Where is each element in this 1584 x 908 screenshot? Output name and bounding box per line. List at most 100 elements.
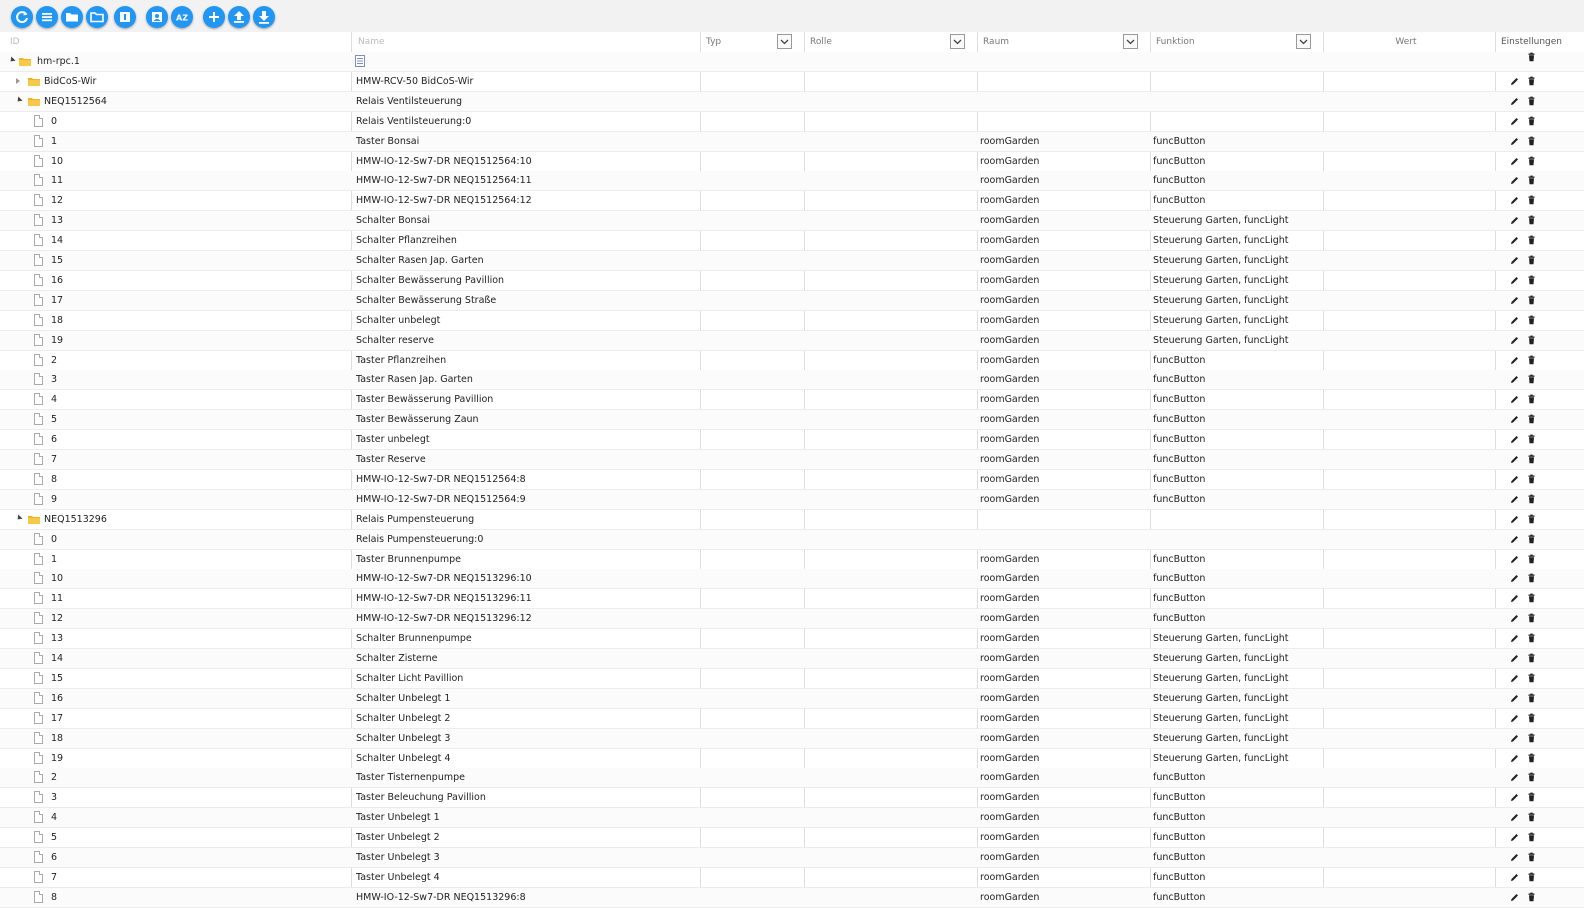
name-cell[interactable]: Schalter Unbelegt 4 [356, 749, 696, 768]
edit-icon[interactable] [1509, 514, 1520, 525]
id-cell[interactable]: 8 [51, 470, 340, 489]
table-row[interactable]: 4 Taster Unbelegt 1 roomGarden funcButton [0, 808, 1584, 829]
edit-icon[interactable] [1509, 434, 1520, 445]
id-cell[interactable]: 4 [51, 808, 340, 827]
table-row[interactable]: 6 Taster unbelegt roomGarden funcButton [0, 430, 1584, 451]
table-row[interactable]: 12 HMW-IO-12-Sw7-DR NEQ1513296:12 roomGard… [0, 609, 1584, 630]
table-row[interactable]: 5 Taster Unbelegt 2 roomGarden funcButton [0, 828, 1584, 849]
edit-icon[interactable] [1509, 653, 1520, 664]
delete-icon[interactable] [1526, 175, 1537, 186]
id-cell[interactable]: 0 [51, 112, 340, 131]
table-row[interactable]: 8 HMW-IO-12-Sw7-DR NEQ1513296:8 roomGarden… [0, 887, 1584, 908]
delete-icon[interactable] [1526, 335, 1537, 346]
edit-icon[interactable] [1509, 753, 1520, 764]
edit-icon[interactable] [1509, 772, 1520, 783]
table-row[interactable]: 2 Taster Tisternenpumpe roomGarden funcButt… [0, 768, 1584, 789]
id-cell[interactable]: 9 [51, 490, 340, 509]
table-row[interactable]: 7 Taster Reserve roomGarden funcButton [0, 450, 1584, 470]
name-cell[interactable]: Relais Ventilsteuerung [356, 92, 696, 111]
delete-icon[interactable] [1526, 315, 1537, 326]
delete-icon[interactable] [1526, 235, 1537, 246]
table-row[interactable]: 12 HMW-IO-12-Sw7-DR NEQ1512564:12 roomGard… [0, 191, 1584, 212]
id-cell[interactable]: 7 [51, 450, 340, 469]
delete-icon[interactable] [1526, 494, 1537, 505]
edit-icon[interactable] [1509, 295, 1520, 306]
edit-icon[interactable] [1509, 335, 1520, 346]
name-cell[interactable]: Schalter Bewässerung Straße [356, 291, 696, 310]
table-row[interactable]: 16 Schalter Unbelegt 1 roomGarden Steuerung… [0, 688, 1584, 709]
delete-icon[interactable] [1526, 156, 1537, 167]
table-row[interactable]: 1 Taster Bonsai roomGarden funcButton [0, 131, 1584, 152]
name-cell[interactable]: Taster Brunnenpumpe [356, 550, 696, 569]
sort-az-button[interactable]: AZ [171, 6, 193, 28]
table-row[interactable]: 1 Taster Brunnenpumpe roomGarden funcButton [0, 550, 1584, 570]
funktion-filter-dropdown[interactable] [1296, 34, 1311, 49]
table-row[interactable]: 13 Schalter Bonsai roomGarden Steuerung Gar… [0, 211, 1584, 232]
name-cell[interactable]: Taster Unbelegt 4 [356, 868, 696, 887]
edit-icon[interactable] [1509, 175, 1520, 186]
id-cell[interactable]: 2 [51, 768, 340, 787]
table-row[interactable]: 9 HMW-IO-12-Sw7-DR NEQ1512564:9 roomGarden… [0, 489, 1584, 510]
edit-icon[interactable] [1509, 832, 1520, 843]
delete-icon[interactable] [1526, 534, 1537, 545]
edit-icon[interactable] [1509, 892, 1520, 903]
table-row[interactable]: BidCoS-Wir HMW-RCV-50 BidCoS-Wir [0, 72, 1584, 92]
edit-icon[interactable] [1509, 195, 1520, 206]
id-cell[interactable]: 2 [51, 351, 340, 370]
id-cell[interactable]: 1 [51, 550, 340, 569]
name-cell[interactable] [356, 52, 696, 71]
table-row[interactable]: 18 Schalter unbelegt roomGarden Steuerung G… [0, 311, 1584, 331]
edit-icon[interactable] [1509, 454, 1520, 465]
delete-icon[interactable] [1526, 554, 1537, 565]
delete-icon[interactable] [1526, 573, 1537, 584]
table-row[interactable]: 15 Schalter Licht Pavillion roomGarden Steu… [0, 669, 1584, 689]
edit-icon[interactable] [1509, 116, 1520, 127]
table-row[interactable]: 18 Schalter Unbelegt 3 roomGarden Steuerung… [0, 728, 1584, 749]
id-cell[interactable]: 19 [51, 331, 340, 350]
delete-icon[interactable] [1526, 295, 1537, 306]
name-cell[interactable]: HMW-IO-12-Sw7-DR NEQ1513296:10 [356, 569, 696, 588]
delete-icon[interactable] [1526, 673, 1537, 684]
collapse-toggle-icon[interactable] [8, 56, 16, 64]
edit-icon[interactable] [1509, 593, 1520, 604]
id-cell[interactable]: 10 [51, 569, 340, 588]
id-cell[interactable]: 14 [51, 231, 340, 250]
raum-filter-dropdown[interactable] [1123, 34, 1138, 49]
table-row[interactable]: 4 Taster Bewässerung Pavillion roomGarden f… [0, 390, 1584, 411]
id-cell[interactable]: 12 [51, 609, 340, 628]
expand-folders-button[interactable] [86, 6, 108, 28]
delete-icon[interactable] [1526, 653, 1537, 664]
edit-icon[interactable] [1509, 812, 1520, 823]
name-cell[interactable]: Schalter Unbelegt 3 [356, 729, 696, 748]
delete-icon[interactable] [1526, 275, 1537, 286]
name-cell[interactable]: HMW-IO-12-Sw7-DR NEQ1512564:11 [356, 171, 696, 190]
name-cell[interactable]: Taster Pflanzreihen [356, 351, 696, 370]
id-cell[interactable]: 8 [51, 888, 340, 907]
column-toggle-button[interactable] [114, 6, 136, 28]
id-cell[interactable]: 7 [51, 868, 340, 887]
edit-icon[interactable] [1509, 792, 1520, 803]
delete-icon[interactable] [1526, 116, 1537, 127]
collapse-toggle-icon[interactable] [15, 96, 23, 104]
rolle-filter-dropdown[interactable] [950, 34, 965, 49]
delete-icon[interactable] [1526, 355, 1537, 366]
id-cell[interactable]: 12 [51, 191, 340, 210]
edit-icon[interactable] [1509, 136, 1520, 147]
delete-icon[interactable] [1526, 633, 1537, 644]
delete-icon[interactable] [1526, 474, 1537, 485]
name-cell[interactable]: HMW-IO-12-Sw7-DR NEQ1513296:11 [356, 589, 696, 608]
delete-icon[interactable] [1526, 52, 1537, 63]
name-cell[interactable]: Schalter Rasen Jap. Garten [356, 251, 696, 270]
name-cell[interactable]: Schalter unbelegt [356, 311, 696, 330]
name-cell[interactable]: Schalter Bonsai [356, 211, 696, 230]
id-cell[interactable]: 0 [51, 530, 340, 549]
table-row[interactable]: 15 Schalter Rasen Jap. Garten roomGarden St… [0, 251, 1584, 271]
delete-icon[interactable] [1526, 613, 1537, 624]
delete-icon[interactable] [1526, 255, 1537, 266]
edit-icon[interactable] [1509, 474, 1520, 485]
name-cell[interactable]: Taster unbelegt [356, 430, 696, 449]
name-cell[interactable]: Schalter reserve [356, 331, 696, 350]
id-cell[interactable]: 16 [51, 271, 340, 290]
edit-icon[interactable] [1509, 613, 1520, 624]
table-row[interactable]: 3 Taster Rasen Jap. Garten roomGarden funcB… [0, 370, 1584, 391]
